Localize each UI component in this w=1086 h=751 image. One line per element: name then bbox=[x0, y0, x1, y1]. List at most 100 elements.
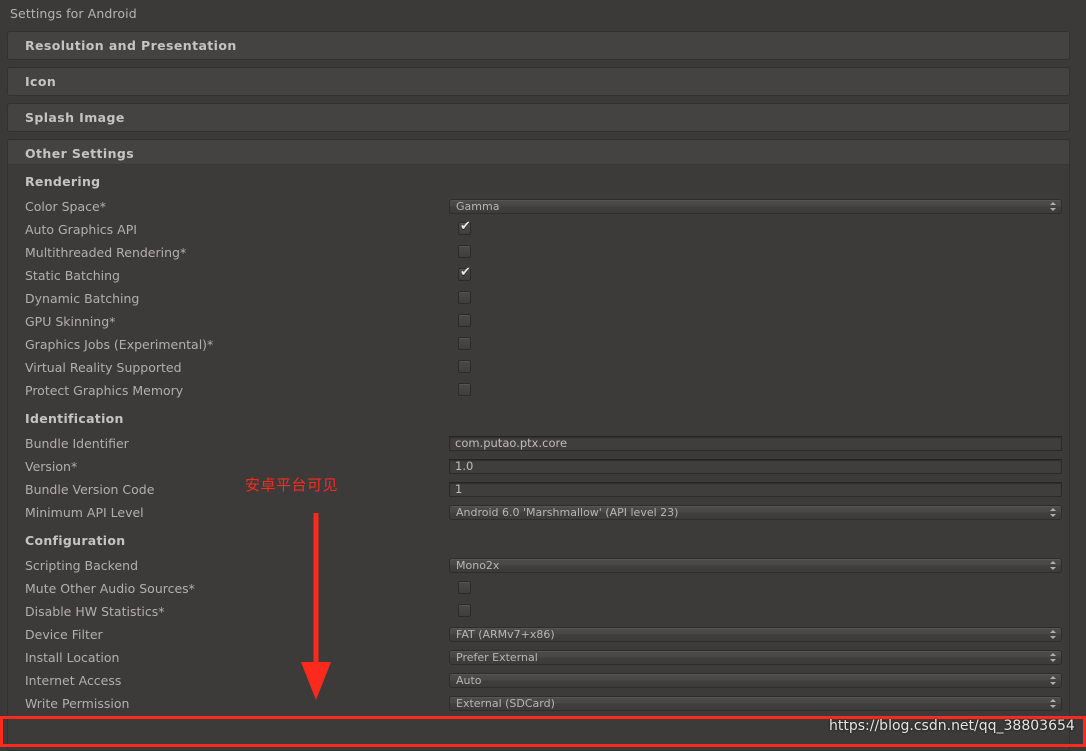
foldout-header[interactable]: Splash Image bbox=[8, 104, 1069, 131]
property-label: Install Location bbox=[25, 650, 120, 665]
property-row: Write Permission External (SDCard) bbox=[8, 693, 1069, 716]
dropdown-install-location[interactable]: Prefer External bbox=[449, 650, 1062, 665]
property-row: Color Space* Gamma bbox=[8, 196, 1069, 219]
watermark-url: https://blog.csdn.net/qq_38803654 bbox=[829, 718, 1075, 734]
foldout-icon[interactable]: Icon bbox=[7, 67, 1070, 96]
foldout-title: Other Settings bbox=[25, 146, 135, 161]
section-header-configuration: Configuration bbox=[25, 533, 126, 548]
property-row: Auto Graphics API ✔ bbox=[8, 219, 1069, 242]
property-label: Static Batching bbox=[25, 268, 120, 283]
section-header-rendering: Rendering bbox=[25, 174, 101, 189]
foldout-title: Icon bbox=[25, 74, 57, 89]
checkbox-auto-graphics-api[interactable]: ✔ bbox=[458, 219, 471, 235]
checkmark-icon: ✔ bbox=[460, 219, 471, 234]
property-control: FAT (ARMv7+x86) bbox=[449, 627, 1062, 642]
property-label: Virtual Reality Supported bbox=[25, 360, 182, 375]
dropdown-internet-access[interactable]: Auto bbox=[449, 673, 1062, 688]
checkbox-static-batching[interactable]: ✔ bbox=[458, 265, 471, 281]
property-row: Minimum API Level Android 6.0 'Marshmallo… bbox=[8, 502, 1069, 525]
dropdown-device-filter[interactable]: FAT (ARMv7+x86) bbox=[449, 627, 1062, 642]
dropdown-color-space[interactable]: Gamma bbox=[449, 199, 1062, 214]
property-control: Gamma bbox=[449, 199, 1062, 214]
annotation-note: 安卓平台可见 bbox=[245, 476, 339, 494]
checkbox-virtual-reality-supported[interactable] bbox=[458, 360, 471, 373]
updown-arrow-icon bbox=[1050, 652, 1057, 663]
dropdown-minimum-api-level[interactable]: Android 6.0 'Marshmallow' (API level 23) bbox=[449, 505, 1062, 520]
property-row: Disable HW Statistics* bbox=[8, 601, 1069, 624]
updown-arrow-icon bbox=[1050, 675, 1057, 686]
checkbox-graphics-jobs-experimental[interactable] bbox=[458, 337, 471, 350]
text-input-value: 1.0 bbox=[455, 459, 474, 473]
checkmark-icon: ✔ bbox=[460, 265, 471, 280]
dropdown-value: FAT (ARMv7+x86) bbox=[456, 628, 555, 641]
dropdown-value: Prefer External bbox=[456, 651, 538, 664]
foldout-resolution-and-presentation[interactable]: Resolution and Presentation bbox=[7, 31, 1070, 60]
property-label: Disable HW Statistics* bbox=[25, 604, 165, 619]
foldout-header[interactable]: Resolution and Presentation bbox=[8, 32, 1069, 59]
updown-arrow-icon bbox=[1050, 201, 1057, 212]
foldout-other-settings[interactable]: Other Settings Rendering Color Space* Gamm… bbox=[7, 139, 1070, 751]
checkbox-protect-graphics-memory[interactable] bbox=[458, 383, 471, 396]
updown-arrow-icon bbox=[1050, 560, 1057, 571]
foldout-header[interactable]: Icon bbox=[8, 68, 1069, 95]
property-label: Minimum API Level bbox=[25, 505, 144, 520]
property-control: Android 6.0 'Marshmallow' (API level 23) bbox=[449, 505, 1062, 520]
property-label: Multithreaded Rendering* bbox=[25, 245, 187, 260]
foldout-title: Resolution and Presentation bbox=[25, 38, 237, 53]
property-label: Device Filter bbox=[25, 627, 103, 642]
property-row: Mute Other Audio Sources* bbox=[8, 578, 1069, 601]
checkbox-multithreaded-rendering[interactable] bbox=[458, 245, 471, 258]
property-row: Multithreaded Rendering* bbox=[8, 242, 1069, 265]
foldout-header[interactable]: Other Settings bbox=[8, 140, 1069, 165]
property-label: Internet Access bbox=[25, 673, 122, 688]
dropdown-write-permission[interactable]: External (SDCard) bbox=[449, 696, 1062, 711]
property-label: Mute Other Audio Sources* bbox=[25, 581, 195, 596]
text-input-value: 1 bbox=[455, 482, 463, 496]
checkbox-dynamic-batching[interactable] bbox=[458, 291, 471, 304]
text-input-bundle-identifier[interactable]: com.putao.ptx.core bbox=[449, 436, 1062, 451]
panel-title: Settings for Android bbox=[10, 6, 137, 21]
updown-arrow-icon bbox=[1050, 698, 1057, 709]
text-input-version[interactable]: 1.0 bbox=[449, 459, 1062, 474]
dropdown-scripting-backend[interactable]: Mono2x bbox=[449, 558, 1062, 573]
other-settings-body: Rendering Color Space* Gamma Auto Graphics … bbox=[8, 165, 1069, 750]
property-label: GPU Skinning* bbox=[25, 314, 116, 329]
dropdown-value: Auto bbox=[456, 674, 482, 687]
property-label: Version* bbox=[25, 459, 78, 474]
property-row: Scripting Backend Mono2x bbox=[8, 555, 1069, 578]
checkbox-gpu-skinning[interactable] bbox=[458, 314, 471, 327]
property-row: Bundle Identifier com.putao.ptx.core bbox=[8, 433, 1069, 456]
property-control: 1 bbox=[449, 482, 1062, 497]
property-control: External (SDCard) bbox=[449, 696, 1062, 711]
property-row: Graphics Jobs (Experimental)* bbox=[8, 334, 1069, 357]
property-label: Scripting Backend bbox=[25, 558, 139, 573]
foldout-title: Splash Image bbox=[25, 110, 125, 125]
foldout-splash-image[interactable]: Splash Image bbox=[7, 103, 1070, 132]
updown-arrow-icon bbox=[1050, 629, 1057, 640]
property-label: Bundle Identifier bbox=[25, 436, 129, 451]
property-control: Mono2x bbox=[449, 558, 1062, 573]
unity-player-settings-panel: Settings for Android Resolution and Pres… bbox=[0, 0, 1086, 751]
dropdown-value: External (SDCard) bbox=[456, 697, 555, 710]
property-row: Virtual Reality Supported bbox=[8, 357, 1069, 380]
property-label: Color Space* bbox=[25, 199, 106, 214]
updown-arrow-icon bbox=[1050, 507, 1057, 518]
property-row: Static Batching ✔ bbox=[8, 265, 1069, 288]
section-header-identification: Identification bbox=[25, 411, 124, 426]
text-input-bundle-version-code[interactable]: 1 bbox=[449, 482, 1062, 497]
property-row: Version* 1.0 bbox=[8, 456, 1069, 479]
text-input-value: com.putao.ptx.core bbox=[455, 436, 568, 450]
dropdown-value: Gamma bbox=[456, 200, 500, 213]
property-row: Protect Graphics Memory bbox=[8, 380, 1069, 403]
checkbox-mute-other-audio-sources[interactable] bbox=[458, 581, 471, 594]
checkbox-disable-hw-statistics[interactable] bbox=[458, 604, 471, 617]
property-label: Graphics Jobs (Experimental)* bbox=[25, 337, 214, 352]
property-control: com.putao.ptx.core bbox=[449, 436, 1062, 451]
dropdown-value: Android 6.0 'Marshmallow' (API level 23) bbox=[456, 506, 679, 519]
property-control: Prefer External bbox=[449, 650, 1062, 665]
property-label: Bundle Version Code bbox=[25, 482, 155, 497]
property-row: Dynamic Batching bbox=[8, 288, 1069, 311]
property-label: Dynamic Batching bbox=[25, 291, 140, 306]
property-row: Bundle Version Code 1 bbox=[8, 479, 1069, 502]
property-label: Protect Graphics Memory bbox=[25, 383, 184, 398]
